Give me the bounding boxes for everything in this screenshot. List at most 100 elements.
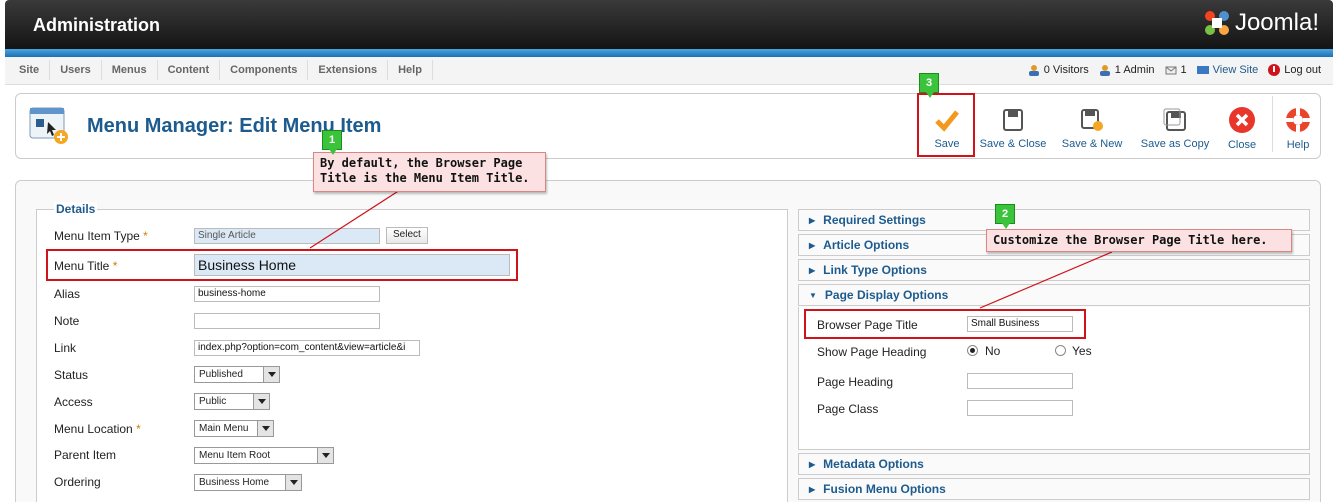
show-heading-no-radio[interactable] <box>967 345 978 356</box>
save-new-button[interactable]: Save & New <box>1056 96 1128 158</box>
save-new-label: Save & New <box>1061 138 1123 150</box>
close-button[interactable]: Close <box>1220 96 1264 158</box>
menu-location-label: Menu Location * <box>54 422 141 436</box>
note-input[interactable] <box>194 313 380 329</box>
save-new-disk-icon <box>1081 109 1103 131</box>
chevron-down-icon <box>263 367 279 382</box>
pane-metadata-label: Metadata Options <box>809 457 924 471</box>
pane-page-display-label: Page Display Options <box>809 288 948 302</box>
admin-header: Administration Joomla! <box>5 0 1333 49</box>
ordering-label: Ordering <box>54 475 101 489</box>
access-value: Public <box>199 396 227 407</box>
menu-components[interactable]: Components <box>220 60 309 80</box>
logout-icon <box>1268 64 1281 76</box>
messages-status[interactable]: 1 <box>1165 64 1187 76</box>
logout-link[interactable]: Log out <box>1268 64 1321 76</box>
joomla-logo[interactable]: Joomla! <box>1203 9 1319 37</box>
menu-item-type-label: Menu Item Type * <box>54 229 148 243</box>
main-menu-bar: Site Users Menus Content Components Exte… <box>5 57 1333 85</box>
visitors-icon <box>1028 65 1039 76</box>
pane-fusion-label: Fusion Menu Options <box>809 482 946 496</box>
admins-status: 1 Admin <box>1099 64 1155 76</box>
required-mark: * <box>143 229 148 243</box>
close-label: Close <box>1227 139 1257 151</box>
lifebuoy-help-icon <box>1286 108 1310 132</box>
chevron-down-icon <box>253 394 269 409</box>
messages-count: 1 <box>1180 64 1187 76</box>
callout-customize-title: Customize the Browser Page Title here. <box>986 229 1292 252</box>
menu-users[interactable]: Users <box>50 60 102 80</box>
view-site-link[interactable]: View Site <box>1196 64 1259 76</box>
show-heading-yes-radio[interactable] <box>1055 345 1066 356</box>
status-select[interactable]: Published <box>194 366 280 383</box>
save-copy-button[interactable]: Save as Copy <box>1136 96 1214 158</box>
menu-location-value: Main Menu <box>199 423 249 434</box>
joomla-logo-icon <box>1204 11 1229 35</box>
pane-metadata-options[interactable]: Metadata Options <box>798 453 1310 475</box>
menu-menus[interactable]: Menus <box>102 60 158 80</box>
status-area: 0 Visitors 1 Admin 1 View Site Log out <box>1028 64 1321 76</box>
help-label: Help <box>1286 139 1310 151</box>
status-label: Status <box>54 368 89 382</box>
close-icon <box>1229 107 1255 133</box>
parent-item-select[interactable]: Menu Item Root <box>194 447 334 464</box>
details-legend: Details <box>54 202 98 216</box>
menu-content[interactable]: Content <box>158 60 221 80</box>
ordering-select[interactable]: Business Home <box>194 474 302 491</box>
required-mark: * <box>136 422 141 436</box>
menu-title-highlight <box>46 249 518 281</box>
step-badge-1: 1 <box>322 130 342 155</box>
alias-input[interactable]: business-home <box>194 286 380 302</box>
menu-site[interactable]: Site <box>9 60 51 80</box>
access-label: Access <box>54 395 93 409</box>
message-icon <box>1165 66 1177 75</box>
admins-count: 1 Admin <box>1114 64 1155 76</box>
page-class-input[interactable] <box>967 400 1073 416</box>
page-class-label: Page Class <box>817 402 879 416</box>
chevron-down-icon <box>257 421 273 436</box>
admin-title: Administration <box>33 15 161 35</box>
pane-link-type-options[interactable]: Link Type Options <box>798 259 1310 281</box>
ordering-value: Business Home <box>199 477 270 488</box>
menu-manager-icon <box>29 107 68 144</box>
help-button[interactable]: Help <box>1278 96 1318 158</box>
menu-location-select[interactable]: Main Menu <box>194 420 274 437</box>
show-heading-label: Show Page Heading <box>817 345 927 359</box>
pane-page-display-options[interactable]: Page Display Options <box>798 284 1310 306</box>
menu-extensions[interactable]: Extensions <box>308 60 389 80</box>
toolbar-divider <box>1272 96 1273 152</box>
menu-item-type-field: Single Article <box>194 228 380 244</box>
admin-user-icon <box>1099 65 1110 76</box>
visitors-count: 0 Visitors <box>1043 64 1089 76</box>
alias-label: Alias <box>54 287 81 301</box>
show-heading-yes-label: Yes <box>1072 344 1092 358</box>
monitor-icon <box>1196 66 1209 74</box>
visitors-status: 0 Visitors <box>1028 64 1089 76</box>
save-close-label: Save & Close <box>979 138 1047 150</box>
link-label: Link <box>54 341 77 355</box>
status-value: Published <box>199 369 243 380</box>
step-badge-2: 2 <box>995 204 1015 229</box>
view-site-label: View Site <box>1212 64 1259 76</box>
save-close-disk-icon <box>1003 109 1023 131</box>
step-badge-3: 3 <box>919 73 939 98</box>
pane-article-label: Article Options <box>809 238 909 252</box>
logout-label: Log out <box>1284 64 1321 76</box>
browser-title-highlight <box>804 309 1086 339</box>
parent-item-value: Menu Item Root <box>199 450 271 461</box>
parent-item-label: Parent Item <box>54 448 117 462</box>
note-label: Note <box>54 314 80 328</box>
menu-item-type-text: Menu Item Type <box>54 229 140 243</box>
page-heading-label: Page Heading <box>817 375 894 389</box>
header-accent-bar <box>5 49 1333 57</box>
callout-default-title: By default, the Browser Page Title is th… <box>313 152 546 192</box>
pane-required-settings[interactable]: Required Settings <box>798 209 1310 231</box>
save-copy-label: Save as Copy <box>1140 138 1210 150</box>
menu-help[interactable]: Help <box>388 60 433 80</box>
pane-link-type-label: Link Type Options <box>809 263 927 277</box>
select-type-button[interactable]: Select <box>386 227 428 244</box>
pane-fusion-menu-options[interactable]: Fusion Menu Options <box>798 478 1310 500</box>
page-heading-input[interactable] <box>967 373 1073 389</box>
access-select[interactable]: Public <box>194 393 270 410</box>
save-close-button[interactable]: Save & Close <box>978 96 1048 158</box>
